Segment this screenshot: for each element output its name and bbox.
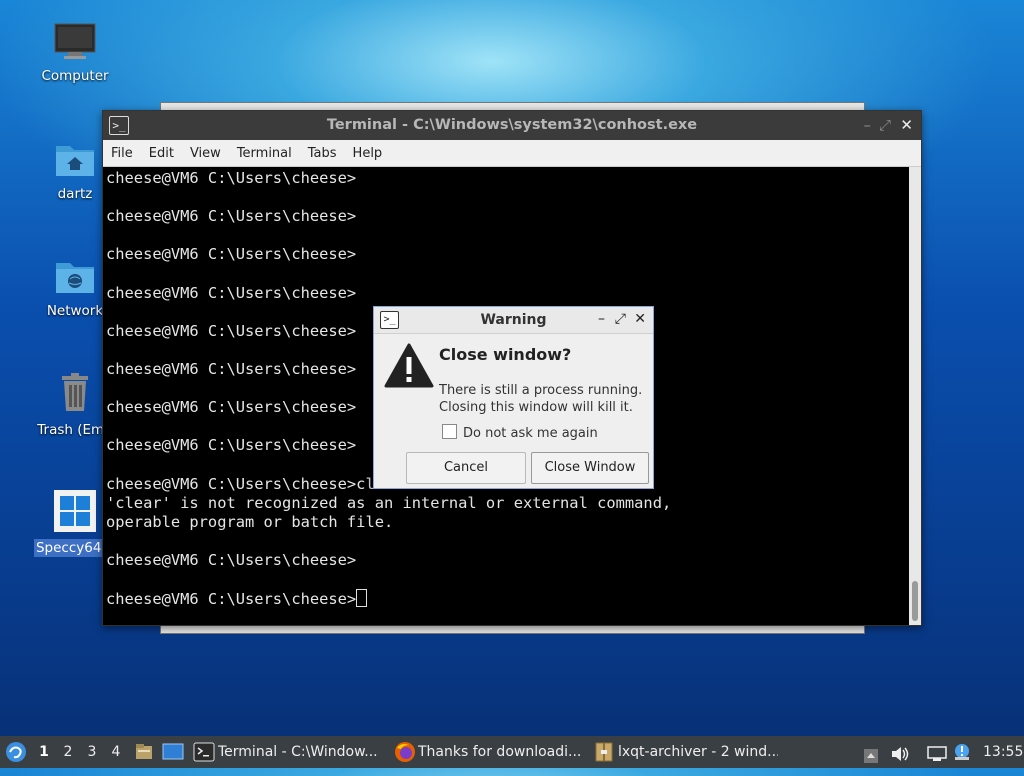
checkbox-box[interactable] (442, 424, 457, 439)
minimize-icon[interactable]: – (864, 116, 872, 134)
start-menu-icon[interactable] (4, 740, 28, 764)
close-icon[interactable]: ✕ (634, 311, 646, 327)
dialog-title: Warning (480, 312, 547, 328)
task-archiver[interactable]: lxqt-archiver - 2 wind... (618, 740, 778, 764)
terminal-title: Terminal - C:\Windows\system32\conhost.e… (326, 117, 698, 133)
warning-icon (384, 343, 434, 393)
notification-icon[interactable] (953, 741, 971, 761)
clock[interactable]: 13:55 (983, 736, 1023, 768)
menu-terminal[interactable]: Terminal (229, 140, 300, 161)
firefox-icon (394, 741, 416, 763)
dialog-message-line: There is still a process running. (439, 383, 643, 398)
task-firefox[interactable]: Thanks for downloadi... (418, 740, 584, 764)
minimize-icon[interactable]: – (598, 311, 605, 327)
terminal-line: cheese@VM6 C:\Users\cheese> (106, 245, 357, 264)
do-not-ask-checkbox[interactable]: Do not ask me again (442, 424, 598, 441)
taskbar: 1 2 3 4 Terminal - C:\Window... Thanks f… (0, 736, 1024, 768)
terminal-titlebar[interactable]: >_ Terminal - C:\Windows\system32\conhos… (103, 111, 921, 140)
show-desktop-icon[interactable] (162, 742, 184, 762)
workspace-2[interactable]: 2 (56, 736, 80, 768)
archiver-icon (594, 741, 614, 763)
computer-icon (25, 22, 125, 64)
terminal-prompt: cheese@VM6 C:\Users\cheese> (106, 590, 357, 609)
desktop-icon-label: Computer (41, 68, 109, 84)
volume-icon[interactable] (890, 743, 910, 761)
dialog-heading: Close window? (439, 345, 572, 364)
terminal-line: cheese@VM6 C:\Users\cheese> (106, 550, 357, 569)
terminal-task-icon (193, 741, 215, 763)
file-manager-icon[interactable] (134, 742, 154, 762)
menu-edit[interactable]: Edit (141, 140, 182, 161)
close-window-button[interactable]: Close Window (531, 452, 649, 484)
checkbox-label: Do not ask me again (463, 426, 598, 441)
terminal-line: cheese@VM6 C:\Users\cheese> (106, 283, 357, 302)
task-terminal[interactable]: Terminal - C:\Window... (218, 740, 380, 764)
close-icon[interactable]: ✕ (900, 116, 913, 134)
terminal-prompt-line: cheese@VM6 C:\Users\cheese> (106, 589, 909, 609)
cancel-button[interactable]: Cancel (406, 452, 526, 484)
tray-arrow-icon[interactable] (863, 744, 879, 763)
dialog-titlebar[interactable]: >_ Warning – ⤢ ✕ (374, 307, 653, 334)
workspace-4[interactable]: 4 (104, 736, 128, 768)
workspace-3[interactable]: 3 (80, 736, 104, 768)
terminal-cursor (356, 589, 368, 608)
dialog-message-line: Closing this window will kill it. (439, 400, 633, 415)
warning-dialog[interactable]: >_ Warning – ⤢ ✕ Close window? There is … (373, 306, 654, 489)
menu-file[interactable]: File (103, 140, 141, 161)
maximize-icon[interactable]: ⤢ (615, 311, 626, 327)
maximize-icon[interactable]: ⤢ (879, 116, 891, 134)
dialog-message: There is still a process running. Closin… (439, 382, 642, 416)
terminal-scrollbar[interactable] (909, 167, 921, 625)
terminal-line: 'clear' is not recognized as an internal… (106, 493, 672, 512)
terminal-line: cheese@VM6 C:\Users\cheese> (106, 169, 357, 187)
menu-view[interactable]: View (182, 140, 229, 161)
workspace-1[interactable]: 1 (32, 736, 56, 768)
terminal-menubar: File Edit View Terminal Tabs Help (103, 140, 921, 167)
scrollbar-thumb[interactable] (912, 581, 918, 621)
network-tray-icon[interactable] (927, 743, 947, 761)
terminal-line: operable program or batch file. (106, 512, 394, 531)
desktop-icon-computer[interactable]: Computer (25, 22, 125, 84)
menu-tabs[interactable]: Tabs (300, 140, 345, 161)
menu-help[interactable]: Help (345, 140, 391, 161)
terminal-line: cheese@VM6 C:\Users\cheese> (106, 207, 357, 226)
